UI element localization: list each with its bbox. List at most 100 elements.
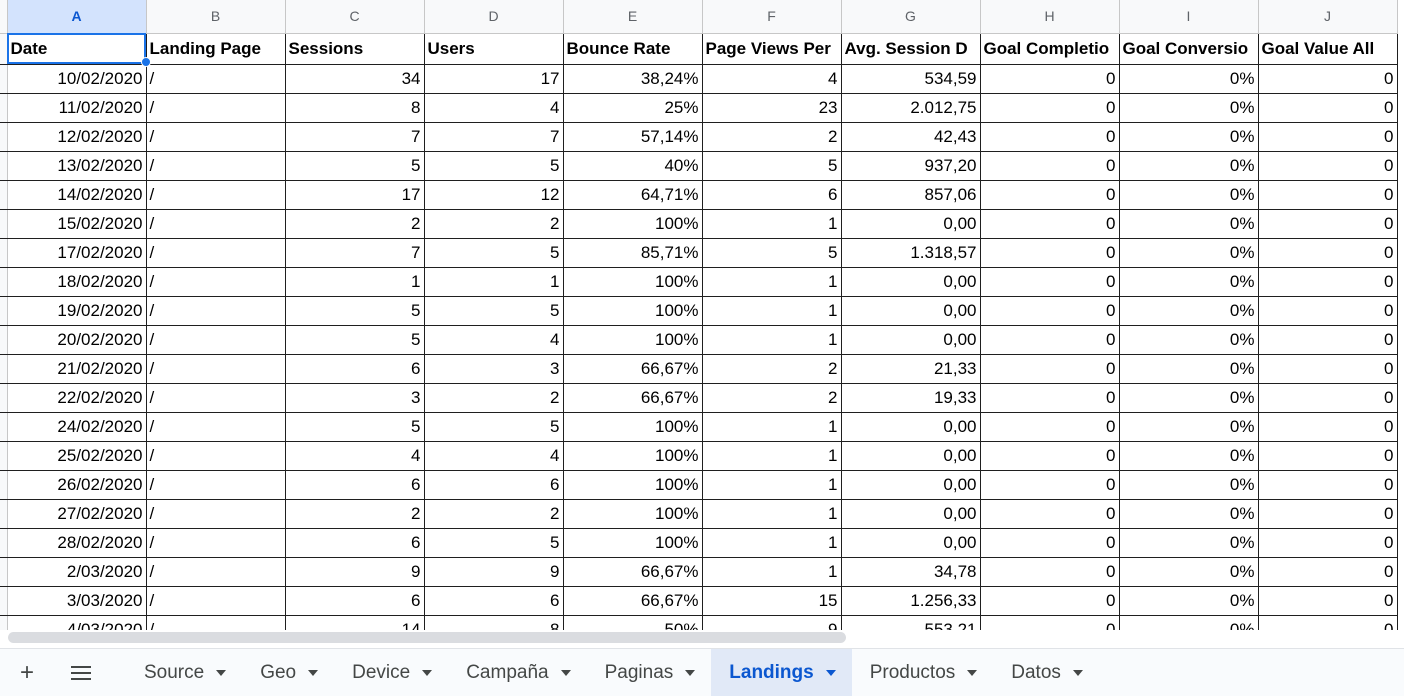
cell[interactable]: 34 (285, 64, 425, 94)
header-cell[interactable]: Goal Value All (1258, 33, 1398, 65)
cell[interactable]: / (146, 354, 286, 384)
cell[interactable]: / (146, 238, 286, 268)
cell[interactable]: 1 (285, 267, 425, 297)
cell[interactable]: / (146, 296, 286, 326)
column-header-d[interactable]: D (424, 0, 564, 34)
cell[interactable]: 0,00 (841, 325, 981, 355)
cell[interactable]: 0,00 (841, 499, 981, 529)
cell[interactable]: 1 (702, 499, 842, 529)
cell[interactable]: 8 (424, 615, 564, 630)
spreadsheet-grid[interactable]: A B C D E F G H I J Date Landing Page Sessions Users B… (0, 0, 1404, 630)
cell[interactable]: 6 (285, 528, 425, 558)
cell[interactable]: 11/02/2020 (7, 93, 147, 123)
cell[interactable]: 14/02/2020 (7, 180, 147, 210)
cell[interactable]: 5 (285, 151, 425, 181)
row-header[interactable] (0, 470, 8, 500)
cell[interactable]: / (146, 615, 286, 630)
cell[interactable]: 0% (1119, 64, 1259, 94)
cell[interactable]: 25% (563, 93, 703, 123)
cell[interactable]: 6 (285, 354, 425, 384)
cell[interactable]: 0% (1119, 238, 1259, 268)
cell[interactable]: 1 (702, 296, 842, 326)
cell[interactable]: 0 (1258, 615, 1398, 630)
cell[interactable]: 0% (1119, 557, 1259, 587)
cell[interactable]: 15 (702, 586, 842, 616)
cell[interactable]: 5 (285, 296, 425, 326)
row-header[interactable] (0, 238, 8, 268)
cell[interactable]: 0,00 (841, 267, 981, 297)
header-cell[interactable]: Goal Conversio (1119, 33, 1259, 65)
cell[interactable]: 0 (1258, 499, 1398, 529)
cell[interactable]: 1 (702, 412, 842, 442)
cell[interactable]: 1 (702, 557, 842, 587)
cell[interactable]: 0,00 (841, 528, 981, 558)
cell[interactable]: / (146, 441, 286, 471)
cell[interactable]: 0% (1119, 354, 1259, 384)
column-header-c[interactable]: C (285, 0, 425, 34)
cell[interactable]: 23 (702, 93, 842, 123)
cell[interactable]: 0 (980, 209, 1120, 239)
cell[interactable]: 5 (424, 151, 564, 181)
cell[interactable]: / (146, 412, 286, 442)
cell[interactable]: 2 (285, 499, 425, 529)
cell[interactable]: 0 (980, 93, 1120, 123)
cell[interactable]: 0 (980, 383, 1120, 413)
cell[interactable]: 38,24% (563, 64, 703, 94)
cell[interactable]: 21/02/2020 (7, 354, 147, 384)
sheet-tab-paginas[interactable]: Paginas (587, 649, 712, 696)
cell[interactable]: 0 (980, 296, 1120, 326)
cell[interactable]: 5 (424, 528, 564, 558)
cell[interactable]: 7 (285, 122, 425, 152)
cell[interactable]: 42,43 (841, 122, 981, 152)
sheet-tab-datos[interactable]: Datos (993, 649, 1099, 696)
cell[interactable]: 50% (563, 615, 703, 630)
cell[interactable]: 24/02/2020 (7, 412, 147, 442)
cell[interactable]: 2 (702, 122, 842, 152)
cell[interactable]: 7 (424, 122, 564, 152)
chevron-down-icon[interactable] (308, 669, 319, 676)
row-header[interactable] (0, 33, 8, 65)
cell[interactable]: 6 (424, 586, 564, 616)
cell[interactable]: / (146, 528, 286, 558)
cell[interactable]: 5 (424, 412, 564, 442)
cell[interactable]: 27/02/2020 (7, 499, 147, 529)
cell[interactable]: 0% (1119, 209, 1259, 239)
cell[interactable]: 18/02/2020 (7, 267, 147, 297)
cell[interactable]: 10/02/2020 (7, 64, 147, 94)
row-header[interactable] (0, 64, 8, 94)
cell[interactable]: 4 (424, 325, 564, 355)
cell[interactable]: / (146, 267, 286, 297)
cell[interactable]: 0,00 (841, 441, 981, 471)
cell[interactable]: 534,59 (841, 64, 981, 94)
cell[interactable]: 14 (285, 615, 425, 630)
cell[interactable]: / (146, 122, 286, 152)
cell[interactable]: 12/02/2020 (7, 122, 147, 152)
cell[interactable]: / (146, 325, 286, 355)
cell[interactable]: 19/02/2020 (7, 296, 147, 326)
cell[interactable]: 1 (702, 528, 842, 558)
cell[interactable]: 0 (1258, 180, 1398, 210)
cell[interactable]: 0 (980, 325, 1120, 355)
cell[interactable]: 4 (424, 93, 564, 123)
scrollbar-thumb[interactable] (8, 632, 846, 643)
column-header-i[interactable]: I (1119, 0, 1259, 34)
cell[interactable]: 100% (563, 296, 703, 326)
cell[interactable]: 1 (702, 470, 842, 500)
cell[interactable]: 2 (702, 383, 842, 413)
row-header[interactable] (0, 325, 8, 355)
cell[interactable]: 0% (1119, 151, 1259, 181)
cell[interactable]: 4/03/2020 (7, 615, 147, 630)
cell[interactable]: 25/02/2020 (7, 441, 147, 471)
cell[interactable]: 0% (1119, 267, 1259, 297)
cell[interactable]: 100% (563, 412, 703, 442)
cell[interactable]: 0 (980, 238, 1120, 268)
row-header[interactable] (0, 615, 8, 630)
cell[interactable]: 2 (285, 209, 425, 239)
cell[interactable]: 13/02/2020 (7, 151, 147, 181)
chevron-down-icon[interactable] (1072, 669, 1083, 676)
cell[interactable]: / (146, 383, 286, 413)
cell[interactable]: 0 (1258, 354, 1398, 384)
cell[interactable]: 1.256,33 (841, 586, 981, 616)
column-header-a[interactable]: A (7, 0, 147, 34)
column-header-j[interactable]: J (1258, 0, 1398, 34)
